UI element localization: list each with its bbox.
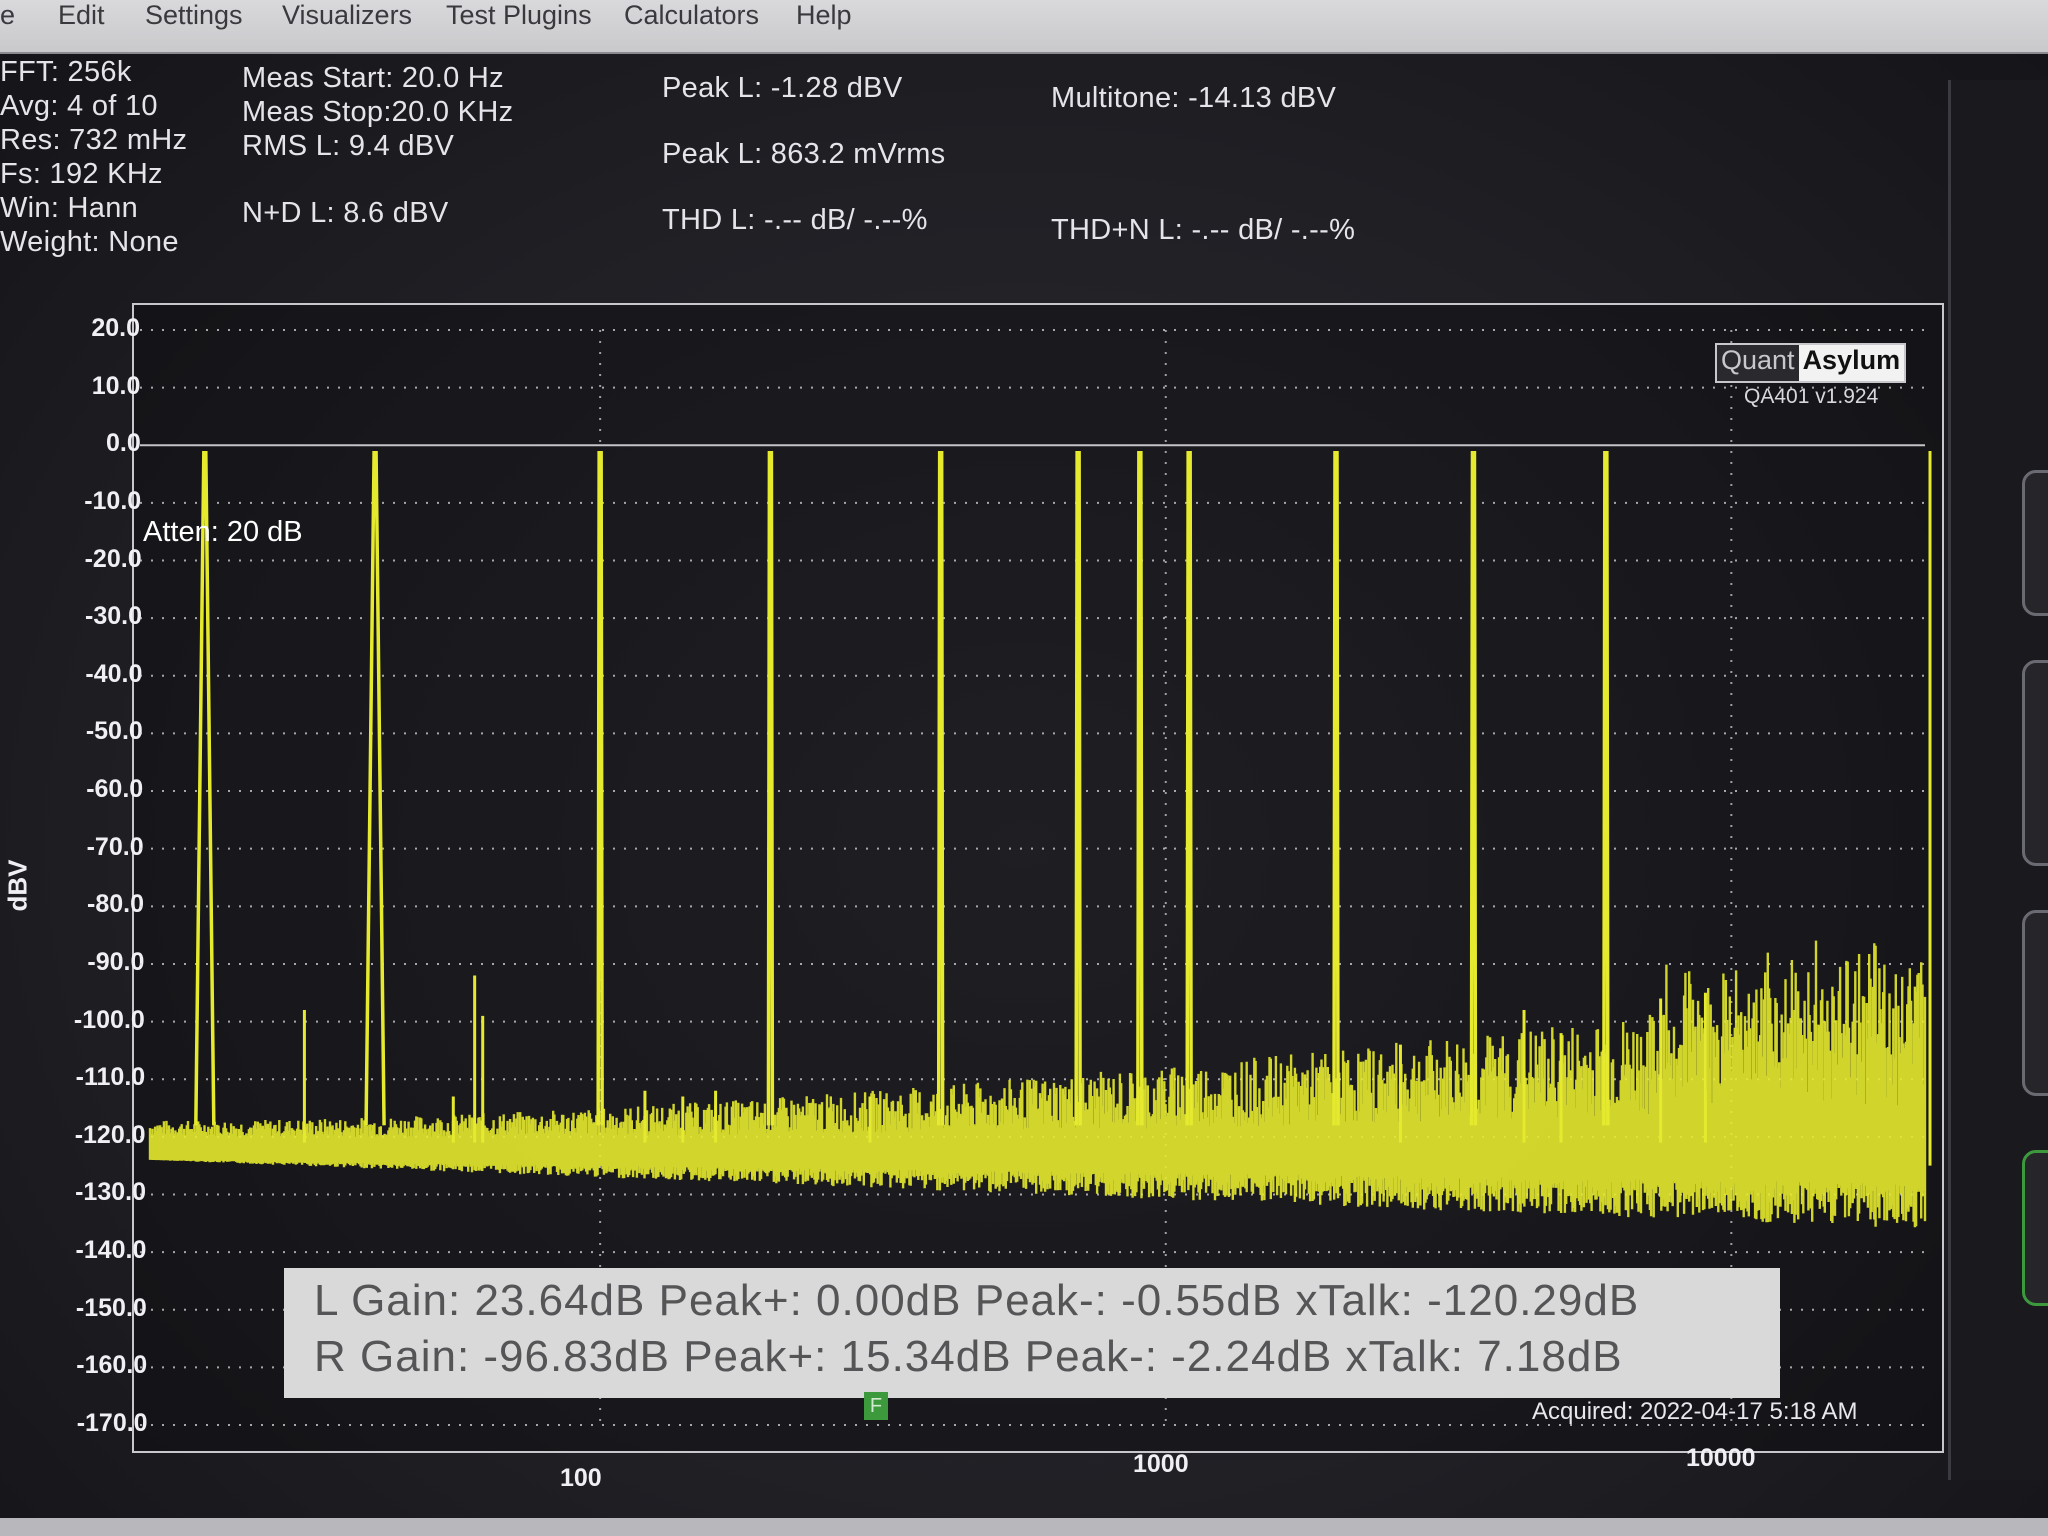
summary-line-left: L Gain: 23.64dB Peak+: 0.00dB Peak-: -0.…	[314, 1276, 1640, 1325]
tone-peak	[1136, 451, 1144, 1126]
analyzer-window: le Edit Settings Visualizers Test Plugin…	[0, 0, 2048, 1536]
tone-peak	[936, 451, 945, 1126]
summary-line-right: R Gain: -96.83dB Peak+: 15.34dB Peak-: -…	[314, 1332, 1623, 1381]
tone-peak	[364, 451, 386, 1126]
tone-peak	[1602, 451, 1610, 1126]
status-bar	[0, 1518, 2048, 1536]
tone-peak	[194, 451, 216, 1126]
gain-summary-box: L Gain: 23.64dB Peak+: 0.00dB Peak-: -0.…	[284, 1268, 1780, 1398]
tone-peak	[1074, 451, 1082, 1126]
tone-peak	[1185, 451, 1193, 1126]
logo-asylum-text: Asylum	[1798, 345, 1905, 381]
acquired-timestamp: Acquired: 2022-04-17 5:18 AM	[1532, 1398, 1858, 1425]
version-label: QA401 v1.924	[1744, 385, 1879, 408]
noise-floor-trace	[148, 940, 1927, 1228]
tone-peak	[1469, 451, 1478, 1126]
quantasylum-logo: Quant Asylum	[1715, 343, 1907, 383]
logo-quant-text: Quant	[1717, 345, 1799, 381]
frequency-marker[interactable]: F	[864, 1392, 888, 1420]
attenuation-label: Atten: 20 dB	[143, 516, 303, 548]
tone-peak	[1332, 451, 1340, 1126]
tone-peak	[766, 451, 775, 1126]
